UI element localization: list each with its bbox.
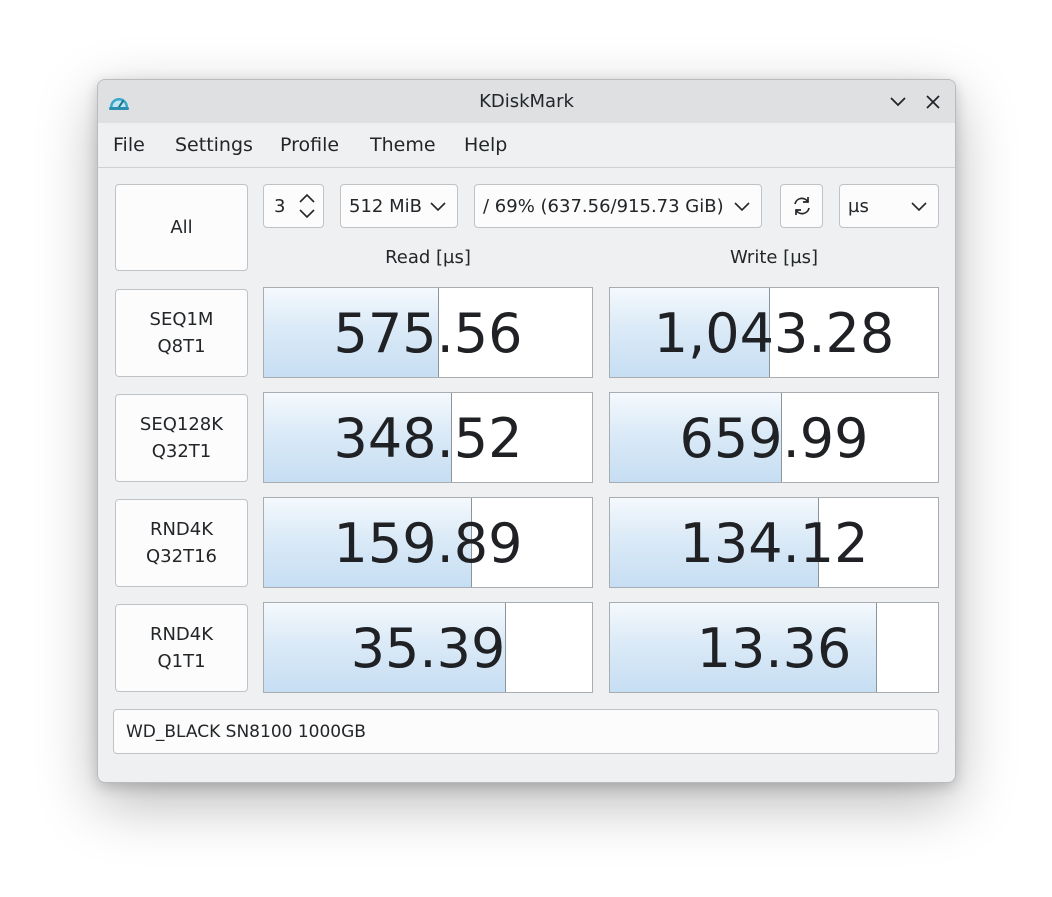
read-result-rnd4k-q32t16: 159.89 — [263, 497, 593, 588]
refresh-button[interactable] — [780, 184, 823, 228]
write-value: 13.36 — [696, 617, 852, 680]
chevron-down-icon — [911, 202, 927, 212]
write-value: 134.12 — [679, 512, 869, 575]
write-result-seq1m-q8t1: 1,043.28 — [609, 287, 939, 378]
test-button-rnd4k-q1t1[interactable]: RND4K Q1T1 — [115, 604, 248, 692]
spin-arrows-icon[interactable] — [297, 191, 317, 221]
device-name: WD_BLACK SN8100 1000GB — [126, 722, 366, 742]
chevron-down-icon — [734, 202, 750, 212]
write-result-seq128k-q32t1: 659.99 — [609, 392, 939, 483]
runs-spinbox[interactable]: 3 — [263, 184, 324, 228]
test-button-seq1m-q8t1[interactable]: SEQ1M Q8T1 — [115, 289, 248, 377]
menubar: File Settings Profile Theme Help — [98, 123, 955, 168]
read-value: 348.52 — [333, 407, 523, 470]
test-label-line2: Q1T1 — [157, 651, 206, 672]
test-label-line1: RND4K — [149, 519, 214, 540]
read-value: 35.39 — [350, 617, 506, 680]
all-button-label: All — [170, 217, 193, 238]
refresh-icon — [793, 197, 810, 215]
test-button-rnd4k-q32t16[interactable]: RND4K Q32T16 — [115, 499, 248, 587]
menu-help[interactable]: Help — [464, 134, 507, 156]
runs-value: 3 — [274, 196, 286, 217]
test-label-line1: SEQ1M — [149, 309, 214, 330]
read-result-seq128k-q32t1: 348.52 — [263, 392, 593, 483]
read-header: Read [µs] — [385, 247, 471, 268]
test-label-line1: RND4K — [149, 624, 214, 645]
menu-file[interactable]: File — [113, 134, 145, 156]
read-result-seq1m-q8t1: 575.56 — [263, 287, 593, 378]
test-label-line2: Q32T16 — [146, 546, 217, 567]
menu-profile[interactable]: Profile — [280, 134, 339, 156]
test-label-line2: Q8T1 — [157, 336, 206, 357]
window-title: KDiskMark — [479, 91, 574, 112]
close-icon — [926, 95, 940, 109]
test-label-line2: Q32T1 — [151, 441, 212, 462]
device-name-field[interactable]: WD_BLACK SN8100 1000GB — [113, 709, 939, 754]
file-size-value: 512 MiB — [349, 196, 422, 217]
minimize-button[interactable] — [886, 90, 910, 114]
target-drive-select[interactable]: / 69% (637.56/915.73 GiB) — [474, 184, 762, 228]
chevron-down-icon — [890, 97, 906, 107]
chevron-down-icon — [430, 202, 446, 212]
units-value: µs — [848, 196, 869, 217]
read-result-rnd4k-q1t1: 35.39 — [263, 602, 593, 693]
write-result-rnd4k-q1t1: 13.36 — [609, 602, 939, 693]
test-label-line1: SEQ128K — [139, 414, 224, 435]
file-size-select[interactable]: 512 MiB — [340, 184, 458, 228]
menu-settings[interactable]: Settings — [175, 134, 253, 156]
target-drive-value: / 69% (637.56/915.73 GiB) — [483, 196, 724, 217]
write-header: Write [µs] — [729, 247, 819, 268]
write-result-rnd4k-q32t16: 134.12 — [609, 497, 939, 588]
all-button[interactable]: All — [115, 184, 248, 271]
test-button-seq128k-q32t1[interactable]: SEQ128K Q32T1 — [115, 394, 248, 482]
read-value: 159.89 — [333, 512, 523, 575]
titlebar: KDiskMark — [98, 80, 955, 123]
write-value: 659.99 — [679, 407, 869, 470]
menu-theme[interactable]: Theme — [370, 134, 436, 156]
write-value: 1,043.28 — [653, 302, 895, 365]
units-select[interactable]: µs — [839, 184, 939, 228]
kdiskmark-window: KDiskMark File Settings Profile Theme He… — [97, 79, 956, 783]
close-button[interactable] — [921, 90, 945, 114]
read-value: 575.56 — [333, 302, 523, 365]
